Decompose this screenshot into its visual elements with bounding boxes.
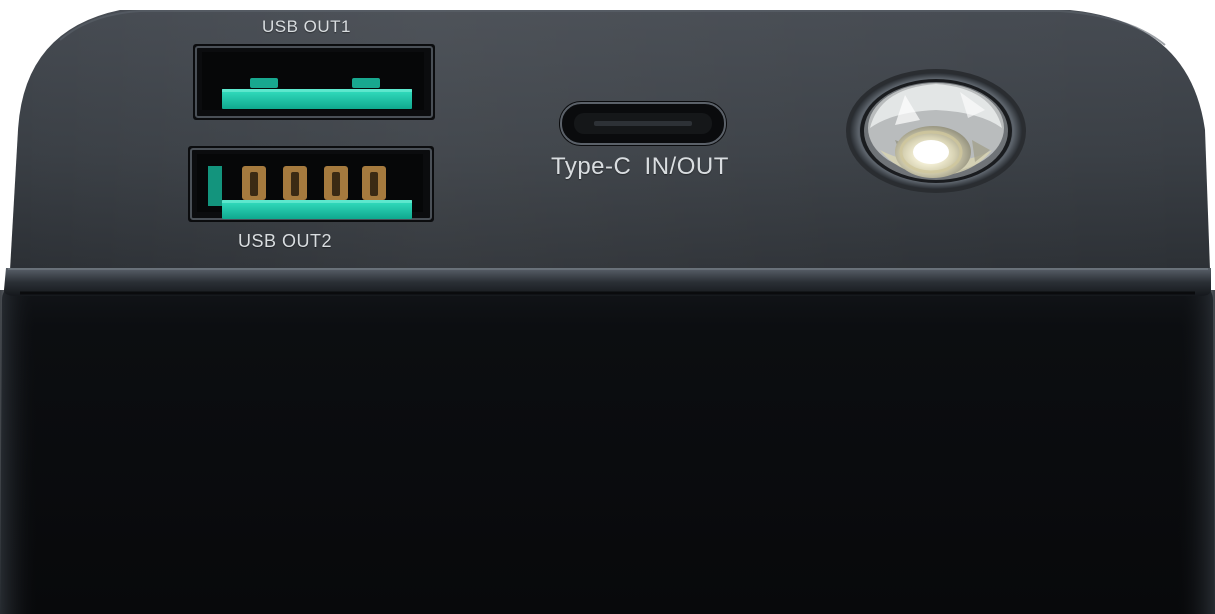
flashlight-hotspot[interactable] <box>846 72 1026 196</box>
usb-out1-label: USB OUT1 <box>262 17 352 36</box>
usb-out2-port-hotspot[interactable] <box>188 146 434 222</box>
usb-out1-port-hotspot[interactable] <box>193 44 435 120</box>
power-bank-photo: USB OUT1 USB OUT2 Type-C IN/OUT <box>0 0 1215 614</box>
usb-out2-label: USB OUT2 <box>238 231 333 251</box>
type-c-port-hotspot[interactable] <box>559 101 727 146</box>
type-c-label: Type-C IN/OUT <box>551 153 729 180</box>
power-bank-device <box>0 0 1215 614</box>
